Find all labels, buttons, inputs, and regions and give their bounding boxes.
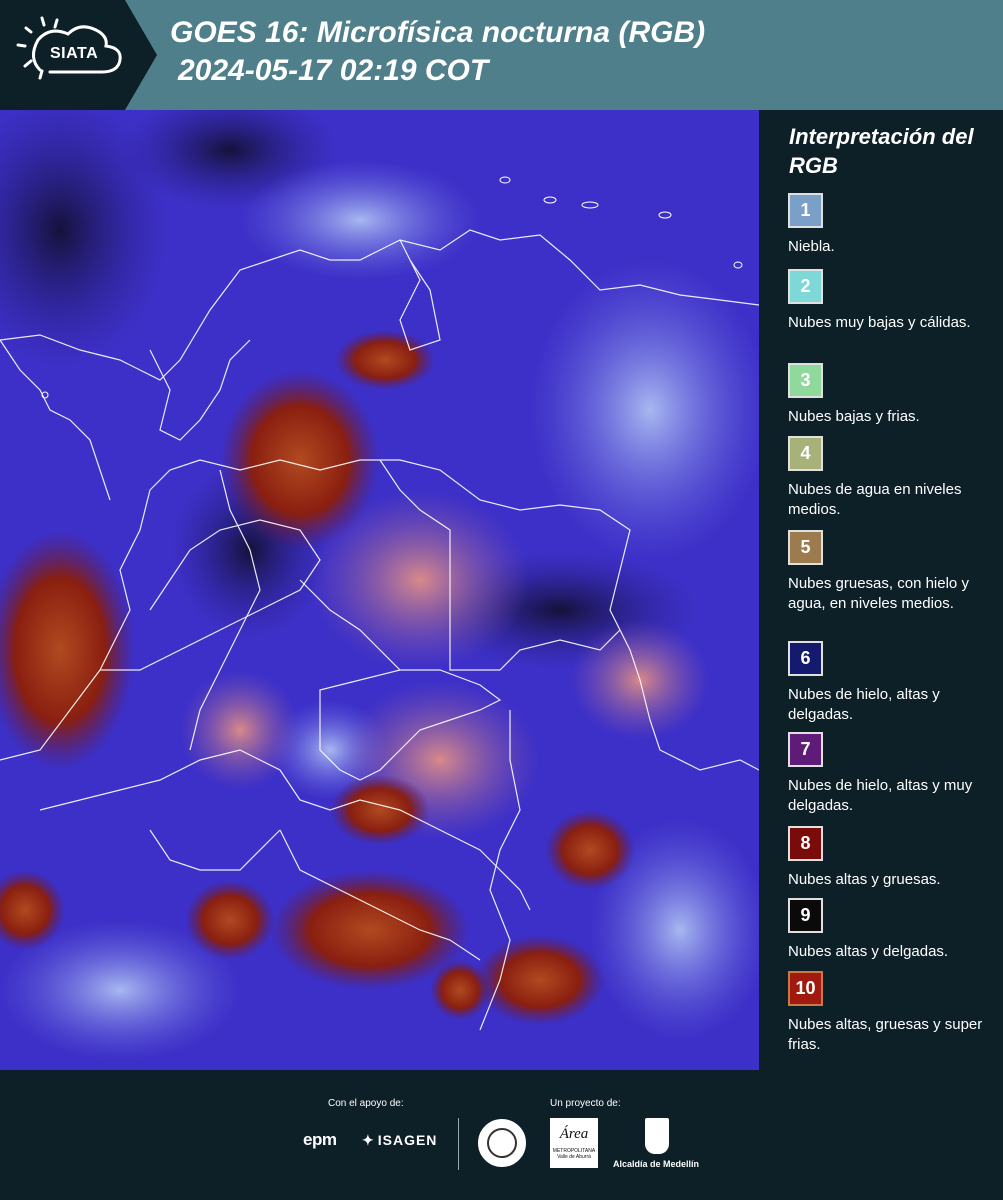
header: SIATA GOES 16: Microfísica nocturna (RGB… [0,0,1003,110]
legend-swatch: 9 [788,898,823,933]
legend-swatch: 3 [788,363,823,398]
legend-label: Nubes altas, gruesas y super frias. [788,1016,983,1053]
legend-title: Interpretación del RGB [789,124,974,178]
page-title: GOES 16: Microfísica nocturna (RGB) [170,16,706,49]
legend-item-10: 10 Nubes altas, gruesas y super frias. [788,971,998,1055]
medellin-seal-icon [478,1119,526,1167]
legend-item-7: 7 Nubes de hielo, altas y muy delgadas. [788,732,998,816]
legend-label: Nubes de hielo, altas y muy delgadas. [788,777,973,814]
footer-divider [458,1118,459,1170]
legend-item-5: 5 Nubes gruesas, con hielo y agua, en ni… [788,530,998,614]
legend-label: Nubes de hielo, altas y delgadas. [788,686,940,723]
legend-swatch: 5 [788,530,823,565]
legend-swatch: 6 [788,641,823,676]
footer: Con el apoyo de: Un proyecto de: epm ✦ IS… [0,1070,1003,1200]
legend-item-3: 3 Nubes bajas y frias. [788,363,998,427]
epm-logo: epm [303,1130,337,1149]
legend-item-2: 2 Nubes muy bajas y cálidas. [788,269,998,333]
siata-logo-text: SIATA [50,45,99,62]
legend-label: Nubes de agua en niveles medios. [788,481,962,518]
legend-label: Nubes gruesas, con hielo y agua, en nive… [788,575,969,612]
isagen-logo-text: ISAGEN [377,1132,438,1148]
legend-item-4: 4 Nubes de agua en niveles medios. [788,436,998,520]
page-datetime: 2024-05-17 02:19 COT [178,54,489,87]
legend-item-6: 6 Nubes de hielo, altas y delgadas. [788,641,998,725]
legend-swatch: 7 [788,732,823,767]
legend-swatch: 2 [788,269,823,304]
isagen-mark-icon: ✦ [362,1132,375,1148]
legend-swatch: 1 [788,193,823,228]
legend-swatch: 4 [788,436,823,471]
legend-swatch: 8 [788,826,823,861]
support-label: Con el apoyo de: [328,1098,404,1109]
legend-label: Nubes bajas y frias. [788,408,920,425]
project-label: Un proyecto de: [550,1098,621,1109]
legend-item-1: 1 Niebla. [788,193,998,257]
legend-item-9: 9 Nubes altas y delgadas. [788,898,998,962]
alcaldia-crest-icon [645,1118,669,1154]
satellite-map [0,110,759,1070]
legend-label: Niebla. [788,238,835,255]
legend-item-8: 8 Nubes altas y gruesas. [788,826,998,890]
siata-logo: SIATA [0,0,157,110]
legend-panel: Interpretación del RGB 1 Niebla. 2 Nubes… [763,110,1003,1070]
legend-label: Nubes altas y delgadas. [788,943,949,960]
legend-label: Nubes muy bajas y cálidas. [788,314,971,331]
area-metropolitana-logo: Área METROPOLITANA Valle de Aburrá [550,1118,598,1168]
seal-inner-icon [487,1128,517,1158]
satellite-image-icon [0,110,759,1070]
alcaldia-label: Alcaldía de Medellín [613,1159,700,1169]
area-logo-text: Área [559,1126,589,1142]
legend-label: Nubes altas y gruesas. [788,871,941,888]
isagen-logo: ✦ ISAGEN [362,1132,437,1149]
legend-swatch: 10 [788,971,823,1006]
area-logo-subtext: METROPOLITANA Valle de Aburrá [552,1148,596,1160]
